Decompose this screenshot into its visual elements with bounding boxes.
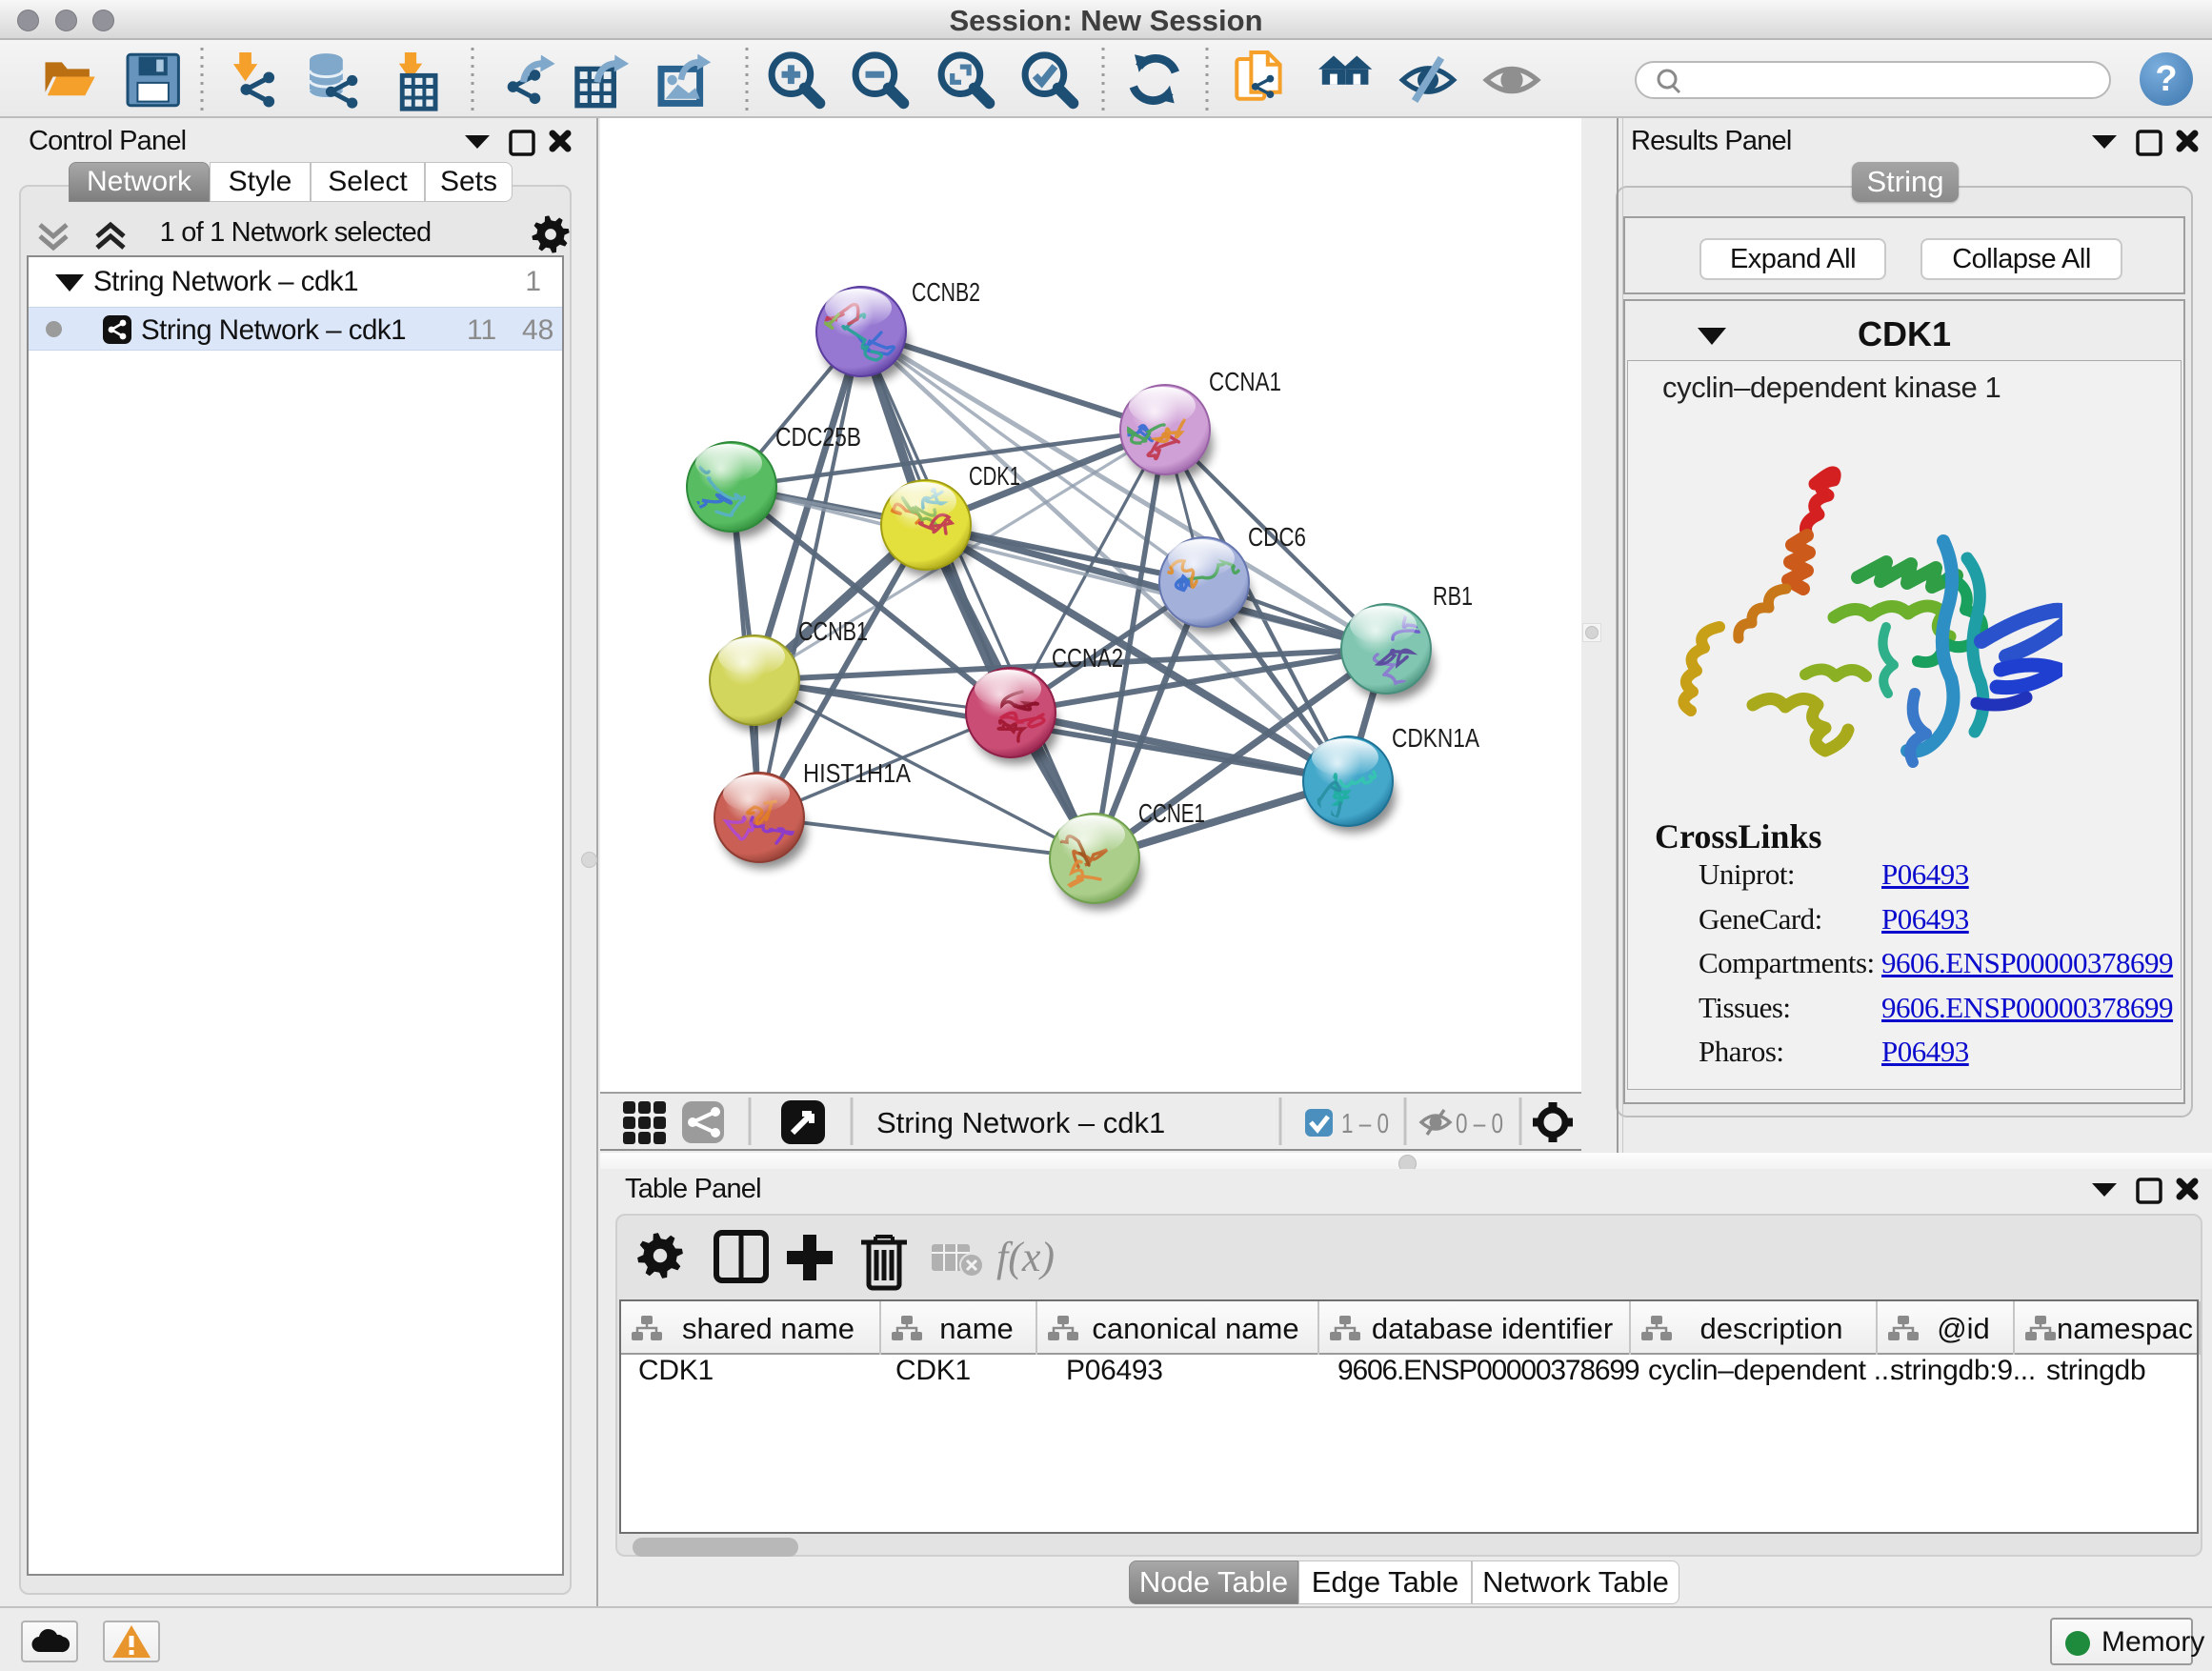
svg-text:f(x): f(x) xyxy=(996,1234,1055,1280)
svg-text:CCNE1: CCNE1 xyxy=(1138,798,1205,828)
svg-text:0 – 0: 0 – 0 xyxy=(1456,1109,1503,1139)
svg-text:CDK1: CDK1 xyxy=(969,461,1020,491)
svg-text:1 – 0: 1 – 0 xyxy=(1341,1109,1389,1139)
svg-text:CDC6: CDC6 xyxy=(1248,522,1306,552)
svg-text:CDKN1A: CDKN1A xyxy=(1392,723,1480,753)
svg-text:CCNA1: CCNA1 xyxy=(1209,367,1281,396)
svg-text:CDC25B: CDC25B xyxy=(775,422,861,452)
svg-text:RB1: RB1 xyxy=(1433,581,1473,611)
svg-text:CCNA2: CCNA2 xyxy=(1052,643,1123,673)
svg-text:String Network – cdk1: String Network – cdk1 xyxy=(876,1106,1165,1139)
svg-text:CCNB2: CCNB2 xyxy=(912,277,980,307)
svg-text:CCNB1: CCNB1 xyxy=(798,616,868,646)
svg-text:HIST1H1A: HIST1H1A xyxy=(803,758,912,788)
